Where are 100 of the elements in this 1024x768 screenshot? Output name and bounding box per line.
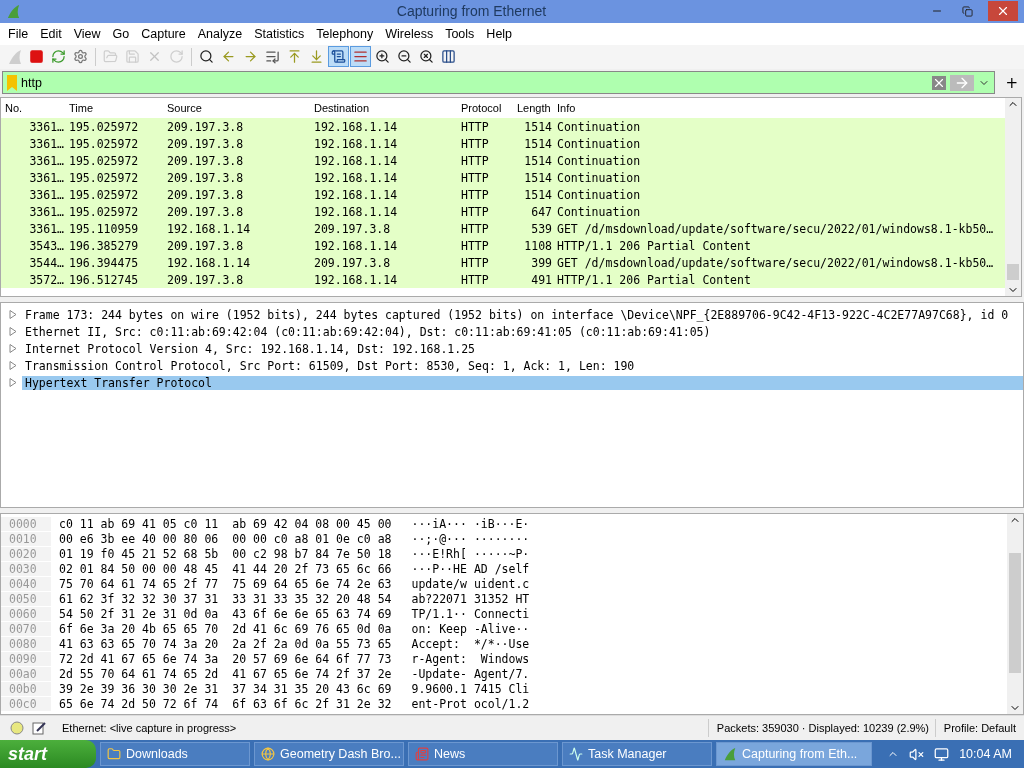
scroll-thumb[interactable] — [1009, 553, 1021, 674]
taskbar-item[interactable]: Task Manager — [562, 742, 712, 766]
table-cell: 1514 — [524, 136, 552, 151]
tree-item[interactable]: Transmission Control Protocol, Src Port: 61509, Dst Port: 8530, Seq: 1, Ack: 1, Len: 190 — [22, 358, 1023, 373]
packet-row[interactable]: 3361… 195.025972 209.197.3.8 192.168.1.14 HTTP 1514 Continuation — [1, 169, 1005, 187]
offset-text: 00a0 — [1, 666, 51, 681]
save-icon — [124, 48, 140, 64]
zoom-out-icon — [396, 48, 412, 64]
filter-field[interactable]: http — [2, 71, 996, 95]
newspaper-icon — [415, 747, 429, 761]
menu-item[interactable]: View — [67, 26, 107, 41]
offset-text: 0020 — [1, 546, 51, 561]
hex-bytes: 01 19 f0 45 21 52 68 5b — [59, 546, 219, 561]
start-button[interactable]: start — [0, 740, 96, 768]
menu-item[interactable]: Capture — [135, 26, 192, 41]
ascii-text: ·····~P· — [473, 546, 530, 561]
menu-item[interactable]: Wireless — [379, 26, 440, 41]
zoom-reset-icon — [418, 48, 434, 64]
scrollbar[interactable] — [1005, 98, 1021, 297]
column-header[interactable]: Source — [167, 102, 202, 115]
network-icon[interactable] — [934, 746, 950, 762]
table-cell: 3361… — [29, 170, 64, 185]
table-cell: GET /d/msdownload/update/software/secu/2022/01/windows8.1-kb50… — [557, 255, 994, 270]
column-header[interactable]: Protocol — [461, 102, 502, 115]
clock[interactable]: 10:04 AM — [959, 747, 1012, 761]
table-cell: 647 — [531, 204, 552, 219]
hex-bytes: 00 e6 3b ee 40 00 80 06 — [59, 531, 219, 546]
packet-row[interactable]: 3361… 195.025972 209.197.3.8 192.168.1.14 HTTP 1514 Continuation — [1, 152, 1005, 170]
toolbar-button[interactable] — [328, 46, 349, 68]
column-header[interactable]: Destination — [314, 102, 370, 115]
table-cell: 3543… — [29, 238, 64, 253]
menu-item[interactable]: Help — [480, 26, 519, 41]
packet-row[interactable]: 3361… 195.025972 209.197.3.8 192.168.1.14 HTTP 647 Continuation — [1, 203, 1005, 221]
mute-icon[interactable] — [909, 746, 925, 762]
tree-item[interactable]: Ethernet II, Src: c0:11:ab:69:42:04 (c0:11:ab:69:42:04), Dst: c0:11:ab:69:41:05 (c0:11:ab:69:41:05) — [22, 324, 1023, 339]
packet-row[interactable]: 3543… 196.385279 209.197.3.8 192.168.1.14 HTTP 1108 HTTP/1.1 206 Partial Content — [1, 237, 1005, 255]
close-button[interactable] — [988, 1, 1018, 22]
add-filter-button[interactable]: + — [1005, 73, 1018, 92]
table-cell: 1514 — [524, 119, 552, 134]
ascii-text: Connecti — [473, 606, 530, 621]
scroll-thumb[interactable] — [1007, 264, 1019, 281]
menu-item[interactable]: Edit — [34, 26, 68, 41]
hex-bytes: 00 c2 98 b7 84 7e 50 18 — [232, 546, 392, 561]
edit-icon[interactable] — [32, 721, 46, 736]
packet-row[interactable]: 3572… 196.512745 209.197.3.8 192.168.1.14 HTTP 491 HTTP/1.1 206 Partial Content — [1, 271, 1005, 289]
folder-icon — [107, 747, 121, 761]
taskbar-item[interactable]: Downloads — [100, 742, 250, 766]
expand-arrow-icon[interactable] — [9, 310, 18, 320]
packet-row[interactable]: 3361… 195.110959 192.168.1.14 209.197.3.8 HTTP 539 GET /d/msdownload/update/software/secu/2022/01/windows8.1-kb50… — [1, 220, 1005, 238]
menu-item[interactable]: Telephony — [310, 26, 380, 41]
ascii-text: 9.9600.1 — [411, 681, 467, 696]
table-cell: 3361… — [29, 136, 64, 151]
expand-arrow-icon[interactable] — [9, 361, 18, 371]
jump-icon — [264, 48, 280, 64]
taskbar-item[interactable]: News — [408, 742, 558, 766]
table-cell: 1108 — [524, 238, 552, 253]
profile-text[interactable]: Profile: Default — [935, 722, 1024, 735]
table-cell: 3361… — [29, 119, 64, 134]
hex-bytes: 75 70 64 61 74 65 2f 77 — [59, 576, 219, 591]
column-header[interactable]: Time — [69, 102, 94, 115]
table-cell: 196.385279 — [69, 238, 139, 253]
ascii-text: */*··Use — [473, 636, 530, 651]
menu-item[interactable]: File — [2, 26, 35, 41]
expand-arrow-icon[interactable] — [9, 378, 18, 388]
table-cell: GET /d/msdownload/update/software/secu/2022/01/windows8.1-kb50… — [557, 221, 994, 236]
packet-count: Packets: 359030 · Displayed: 10239 (2.9%) — [715, 722, 931, 735]
table-cell: HTTP — [461, 119, 489, 134]
menu-item[interactable]: Statistics — [248, 26, 311, 41]
tree-item[interactable]: Internet Protocol Version 4, Src: 192.168.1.14, Dst: 192.168.1.25 — [22, 341, 1023, 356]
autoscroll-icon — [330, 48, 346, 64]
column-header[interactable]: No. — [5, 102, 23, 115]
offset-text: 0040 — [1, 576, 51, 591]
packet-row[interactable]: 3544… 196.394475 192.168.1.14 209.197.3.8 HTTP 399 GET /d/msdownload/update/software/secu/2022/01/windows8.1-kb50… — [1, 254, 1005, 272]
tree-item[interactable]: Frame 173: 244 bytes on wire (1952 bits), 244 bytes captured (1952 bits) on interface \Device\NPF_{2E889706-9C42-4F13-922C-4C2E77A97C68}, id 0 — [22, 307, 1023, 322]
settings-icon — [72, 48, 88, 64]
taskbar-item[interactable]: Geometry Dash Bro... — [254, 742, 404, 766]
offset-text: 0070 — [1, 621, 51, 636]
clear-icon[interactable] — [932, 75, 947, 90]
filter-input[interactable]: http — [17, 73, 933, 93]
table-cell: 195.025972 — [69, 136, 139, 151]
ascii-text: update/w — [411, 576, 467, 591]
menu-item[interactable]: Analyze — [191, 26, 249, 41]
tree-item[interactable]: Hypertext Transfer Protocol — [22, 375, 1023, 390]
scrollbar[interactable] — [1007, 514, 1023, 715]
ascii-text: Accept: — [411, 636, 461, 651]
ascii-text: ·iB···E· — [473, 516, 530, 531]
menu-item[interactable]: Tools — [439, 26, 481, 41]
expand-arrow-icon[interactable] — [9, 327, 18, 337]
table-cell: Continuation — [557, 170, 641, 185]
menu-item[interactable]: Go — [106, 26, 136, 41]
column-header[interactable]: Length — [517, 102, 551, 115]
lines-icon — [352, 48, 368, 64]
table-cell: 539 — [531, 221, 552, 236]
offset-text: 0010 — [1, 531, 51, 546]
expand-arrow-icon[interactable] — [9, 344, 18, 354]
packet-row[interactable]: 3361… 195.025972 209.197.3.8 192.168.1.14 HTTP 1514 Continuation — [1, 118, 1005, 136]
packet-row[interactable]: 3361… 195.025972 209.197.3.8 192.168.1.14 HTTP 1514 Continuation — [1, 135, 1005, 153]
table-cell: 399 — [531, 255, 552, 270]
column-header[interactable]: Info — [557, 102, 576, 115]
packet-row[interactable]: 3361… 195.025972 209.197.3.8 192.168.1.14 HTTP 1514 Continuation — [1, 186, 1005, 204]
